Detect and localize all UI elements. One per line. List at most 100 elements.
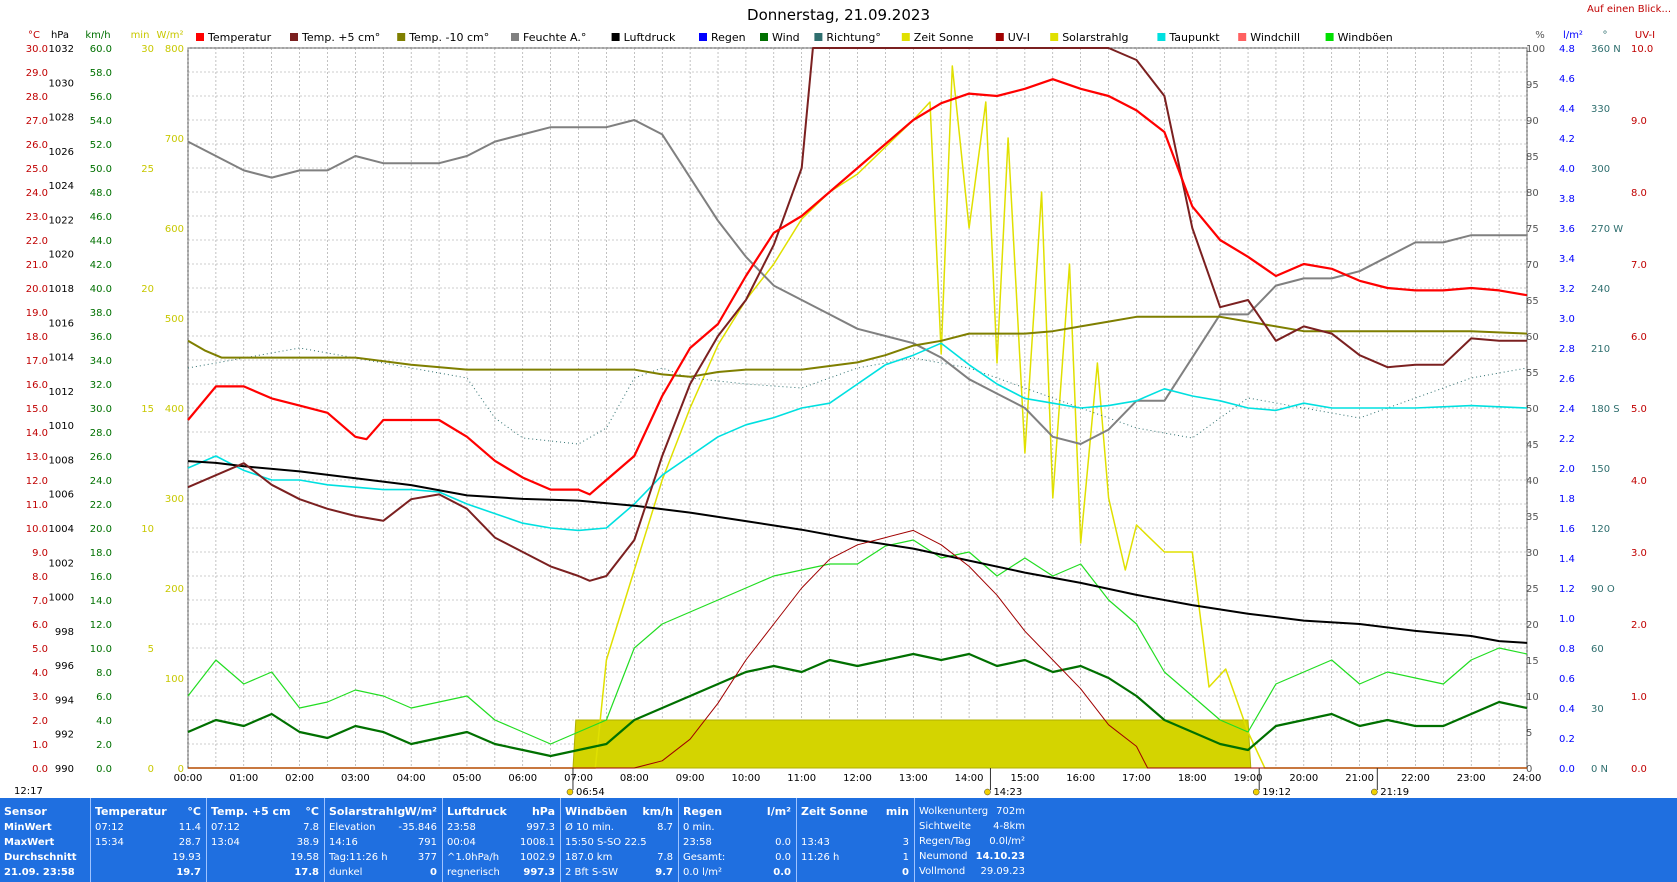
x-tick-label: 11:00 [787, 773, 816, 784]
solar-row: Elevation -35.846 [329, 822, 437, 837]
right-axis-tick: 1.4 [1559, 554, 1575, 565]
legend-label: UV-I [1008, 31, 1030, 44]
left-axis-tick: 30 [141, 44, 154, 55]
left-axis-tick: 998 [55, 627, 74, 638]
legend-swatch [511, 33, 519, 41]
regen-row: 23:58 0.0 [683, 837, 791, 852]
left-axis-tick: 30.0 [26, 44, 48, 55]
left-axis-tick: 2.0 [32, 716, 48, 727]
right-axis-tick: 2.0 [1559, 464, 1575, 475]
left-axis-tick: 700 [165, 134, 184, 145]
left-axis-tick: 5 [148, 644, 154, 655]
right-axis-tick: 75 [1526, 224, 1539, 235]
left-axis-tick: 30.0 [90, 404, 112, 415]
left-axis-tick: 8.0 [96, 668, 112, 679]
right-axis-tick: 3.6 [1559, 224, 1575, 235]
left-axis-tick: 994 [55, 695, 74, 706]
current-time: 12:17 [14, 786, 43, 797]
left-axis-tick: 200 [165, 584, 184, 595]
x-tick-label: 14:00 [955, 773, 984, 784]
extra-row-label: Vollmond [919, 866, 966, 877]
left-axis-unit: km/h [85, 30, 110, 41]
summary-col-extra: Wolkenunterg 702m Sichtweite 4-8km Regen/Tag… [914, 798, 1031, 882]
luftdruck-row: ^1.0hPa/h 1002.9 [447, 852, 555, 867]
solar-row-value: 0 [430, 867, 437, 878]
left-axis-tick: 28.0 [90, 428, 112, 439]
temp5-row: 17.8 [211, 867, 319, 882]
legend-label: Richtung° [826, 31, 880, 44]
temperatur-row: 19.7 [95, 867, 201, 882]
right-axis-tick: 30 [1526, 548, 1539, 559]
right-axis-tick: 330 [1591, 104, 1610, 115]
left-axis-unit: W/m² [156, 30, 183, 41]
x-tick-label: 01:00 [229, 773, 258, 784]
left-axis-tick: 50.0 [90, 164, 112, 175]
temperatur-header: Temperatur [95, 805, 167, 818]
right-axis-tick: 4.0 [1631, 476, 1647, 487]
legend-label: Regen [711, 31, 746, 44]
right-axis-tick: 180 S [1591, 404, 1620, 415]
moonrise-icon [984, 788, 991, 796]
left-axis-tick: 13.0 [26, 452, 48, 463]
extra-row: Neumond 14.10.23 [919, 851, 1025, 866]
windboen-row-label: 15:50 S-SO 22.5 [565, 837, 647, 848]
left-axis-tick: 1028 [49, 113, 74, 124]
left-axis-tick: 1018 [49, 284, 74, 295]
extra-row-label: Wolkenunterg [919, 806, 989, 817]
luftdruck-row: 00:04 1008.1 [447, 837, 555, 852]
right-axis-tick: 70 [1526, 260, 1539, 271]
right-axis-tick: 40 [1526, 476, 1539, 487]
sonne-row: 13:43 3 [801, 837, 909, 852]
luftdruck-row-label: regnerisch [447, 867, 500, 878]
left-axis-tick: 0.0 [32, 764, 48, 775]
windboen-unit: km/h [642, 805, 673, 818]
x-tick-label: 19:00 [1234, 773, 1263, 784]
luftdruck-header: Luftdruck [447, 805, 507, 818]
regen-row: Gesamt: 0.0 [683, 852, 791, 867]
temp5-unit: °C [305, 805, 319, 818]
solar-row-value: 791 [417, 837, 437, 848]
right-axis-tick: 0.0 [1559, 764, 1575, 775]
right-axis-tick: 4.2 [1559, 134, 1575, 145]
left-axis-tick: 26.0 [90, 452, 112, 463]
x-tick-label: 15:00 [1010, 773, 1039, 784]
right-axis-tick: 210 [1591, 344, 1610, 355]
left-axis-tick: 9.0 [32, 548, 48, 559]
right-axis-tick: 25 [1526, 584, 1539, 595]
right-axis-tick: 35 [1526, 512, 1539, 523]
left-axis-tick: 17.0 [26, 356, 48, 367]
left-axis-tick: 36.0 [90, 332, 112, 343]
left-axis-tick: 800 [165, 44, 184, 55]
solar-row-label: Tag:11:26 h [329, 852, 388, 863]
left-axis-tick: 20 [141, 284, 154, 295]
luftdruck-row-value: 997.3 [526, 822, 555, 833]
moonrise-icon-time: 14:23 [993, 787, 1022, 798]
left-axis-tick: 1026 [49, 147, 74, 158]
left-axis-tick: 2.0 [96, 740, 112, 751]
left-axis-tick: 8.0 [32, 572, 48, 583]
legend-swatch [611, 33, 620, 41]
right-axis-tick: 4.0 [1559, 164, 1575, 175]
left-axis-tick: 1.0 [32, 740, 48, 751]
summary-col-temperatur: Temperatur °C 07:12 11.4 15:34 28.7 19.93 19.7 [90, 798, 207, 882]
left-axis-tick: 11.0 [26, 500, 48, 511]
left-axis-tick: 600 [165, 224, 184, 235]
temp5-row: 07:12 7.8 [211, 822, 319, 837]
right-axis-tick: 1.6 [1559, 524, 1575, 535]
left-axis-tick: 16.0 [26, 380, 48, 391]
sonne-unit: min [885, 805, 909, 818]
right-axis-tick: 2.8 [1559, 344, 1575, 355]
left-axis-tick: 500 [165, 314, 184, 325]
sunset-icon [1252, 788, 1260, 796]
left-axis-tick: 1020 [49, 250, 74, 261]
left-axis-tick: 14.0 [26, 428, 48, 439]
left-axis-tick: 15 [141, 404, 154, 415]
right-axis-tick: 55 [1526, 368, 1539, 379]
right-axis-tick: 0.0 [1631, 764, 1647, 775]
solar-row-value: 377 [417, 852, 437, 863]
right-axis-tick: 5 [1526, 728, 1532, 739]
regen-row-value: 0.0 [775, 837, 791, 848]
right-axis-tick: 4.8 [1559, 44, 1575, 55]
legend-swatch [290, 33, 298, 41]
summary-panel: Sensor MinWert MaxWert Durchschnitt 21.0… [0, 798, 1677, 882]
